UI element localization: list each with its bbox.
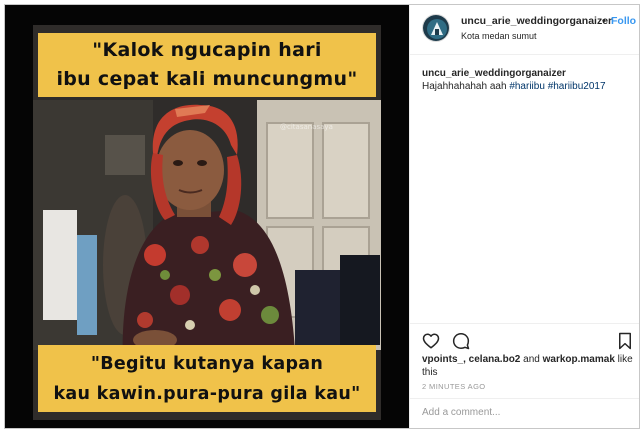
- meme-caption-bottom: "Begitu kutanya kapan kau kawin.pura-pur…: [38, 345, 376, 412]
- header-username[interactable]: uncu_arie_weddingorganaizer: [461, 15, 612, 27]
- caption-comment: uncu_arie_weddingorganaizer Hajahhahahah…: [422, 67, 632, 93]
- avatar[interactable]: [422, 14, 450, 42]
- comment-bubble-icon[interactable]: [452, 332, 470, 350]
- likes-and-text: and: [523, 354, 540, 365]
- photo-watermark: @citasanasaya: [280, 123, 333, 131]
- post-header: uncu_arie_weddingorganaizer • Follo Kota…: [410, 5, 639, 55]
- post-actions: [410, 323, 639, 353]
- caption-text: Hajahhahahah aah: [422, 81, 507, 92]
- likes-summary: vpoints_, celana.bo2 and warkop.mamak li…: [422, 353, 636, 379]
- liked-by-users[interactable]: vpoints_, celana.bo2: [422, 354, 520, 365]
- hashtag-link[interactable]: #hariibu2017: [548, 81, 606, 92]
- header-separator: •: [602, 15, 606, 27]
- add-comment-bar: [410, 398, 639, 428]
- instagram-post-window: "Kalok ngucapin hari ibu cepat kali munc…: [4, 4, 640, 429]
- post-sidebar: uncu_arie_weddingorganaizer • Follo Kota…: [409, 5, 639, 428]
- follow-button[interactable]: Follo: [611, 15, 639, 27]
- add-comment-input[interactable]: [422, 407, 622, 418]
- caption-username[interactable]: uncu_arie_weddingorganaizer: [422, 68, 566, 79]
- hashtag-link[interactable]: #hariibu: [509, 81, 545, 92]
- liked-by-last-user[interactable]: warkop.mamak: [543, 354, 615, 365]
- post-timestamp[interactable]: 2 MINUTES AGO: [422, 382, 486, 391]
- post-location[interactable]: Kota medan sumut: [461, 31, 537, 41]
- post-image[interactable]: "Kalok ngucapin hari ibu cepat kali munc…: [5, 5, 409, 428]
- meme-caption-top: "Kalok ngucapin hari ibu cepat kali munc…: [38, 33, 376, 97]
- bookmark-icon[interactable]: [616, 332, 634, 350]
- heart-icon[interactable]: [422, 332, 440, 350]
- avatar-logo-icon: [423, 15, 449, 41]
